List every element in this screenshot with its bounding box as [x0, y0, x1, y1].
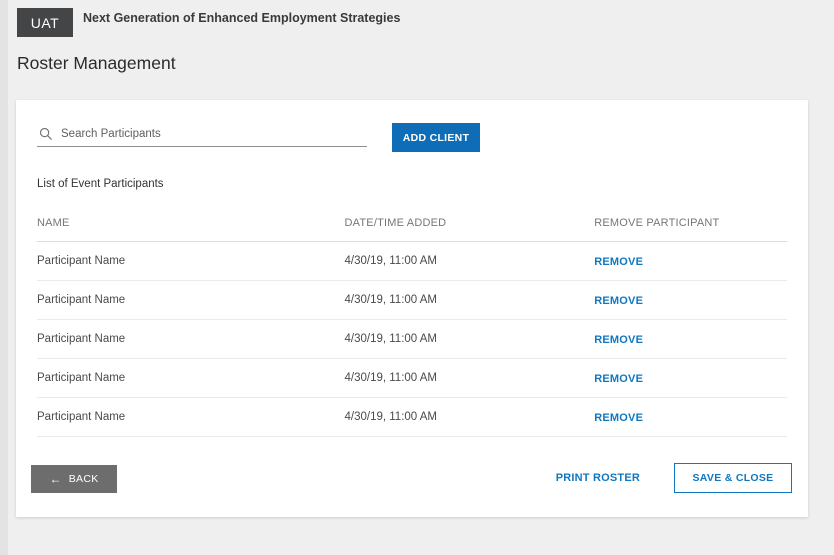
- footer-right-actions: PRINT ROSTER SAVE & CLOSE: [556, 463, 792, 493]
- page: UAT Next Generation of Enhanced Employme…: [0, 0, 834, 555]
- participant-name: Participant Name: [37, 411, 345, 423]
- datetime-added: 4/30/19, 11:00 AM: [345, 333, 595, 345]
- table-row: Participant Name 4/30/19, 11:00 AM REMOV…: [37, 398, 787, 437]
- column-header-name: NAME: [37, 217, 345, 229]
- remove-link[interactable]: REMOVE: [594, 373, 643, 385]
- datetime-added: 4/30/19, 11:00 AM: [345, 255, 595, 267]
- datetime-added: 4/30/19, 11:00 AM: [345, 294, 595, 306]
- back-button-label: BACK: [69, 473, 99, 485]
- remove-link[interactable]: REMOVE: [594, 256, 643, 268]
- table-row: Participant Name 4/30/19, 11:00 AM REMOV…: [37, 242, 787, 281]
- remove-link[interactable]: REMOVE: [594, 334, 643, 346]
- add-client-button[interactable]: ADD CLIENT: [392, 123, 480, 152]
- print-roster-link[interactable]: PRINT ROSTER: [556, 472, 640, 484]
- search-participants-input[interactable]: [61, 128, 367, 143]
- search-field[interactable]: [37, 124, 367, 147]
- table-row: Participant Name 4/30/19, 11:00 AM REMOV…: [37, 320, 787, 359]
- remove-link[interactable]: REMOVE: [594, 295, 643, 307]
- list-label: List of Event Participants: [37, 178, 164, 190]
- table-row: Participant Name 4/30/19, 11:00 AM REMOV…: [37, 281, 787, 320]
- left-edge-strip: [0, 0, 8, 555]
- participant-name: Participant Name: [37, 333, 345, 345]
- participant-name: Participant Name: [37, 255, 345, 267]
- roster-card: ADD CLIENT List of Event Participants NA…: [16, 100, 808, 517]
- app-title: Next Generation of Enhanced Employment S…: [83, 11, 400, 25]
- participants-table: NAME DATE/TIME ADDED REMOVE PARTICIPANT …: [37, 205, 787, 437]
- table-header-row: NAME DATE/TIME ADDED REMOVE PARTICIPANT: [37, 205, 787, 242]
- search-icon: [39, 127, 53, 141]
- top-header: UAT Next Generation of Enhanced Employme…: [17, 8, 400, 37]
- table-row: Participant Name 4/30/19, 11:00 AM REMOV…: [37, 359, 787, 398]
- column-header-date: DATE/TIME ADDED: [345, 217, 595, 229]
- back-arrow-icon: ←: [49, 473, 61, 485]
- back-button[interactable]: ← BACK: [31, 465, 117, 493]
- datetime-added: 4/30/19, 11:00 AM: [345, 372, 595, 384]
- remove-link[interactable]: REMOVE: [594, 412, 643, 424]
- save-close-button[interactable]: SAVE & CLOSE: [674, 463, 792, 493]
- environment-badge: UAT: [17, 8, 73, 37]
- column-header-remove: REMOVE PARTICIPANT: [594, 217, 787, 229]
- datetime-added: 4/30/19, 11:00 AM: [345, 411, 595, 423]
- page-title: Roster Management: [17, 53, 176, 74]
- participant-name: Participant Name: [37, 294, 345, 306]
- participant-name: Participant Name: [37, 372, 345, 384]
